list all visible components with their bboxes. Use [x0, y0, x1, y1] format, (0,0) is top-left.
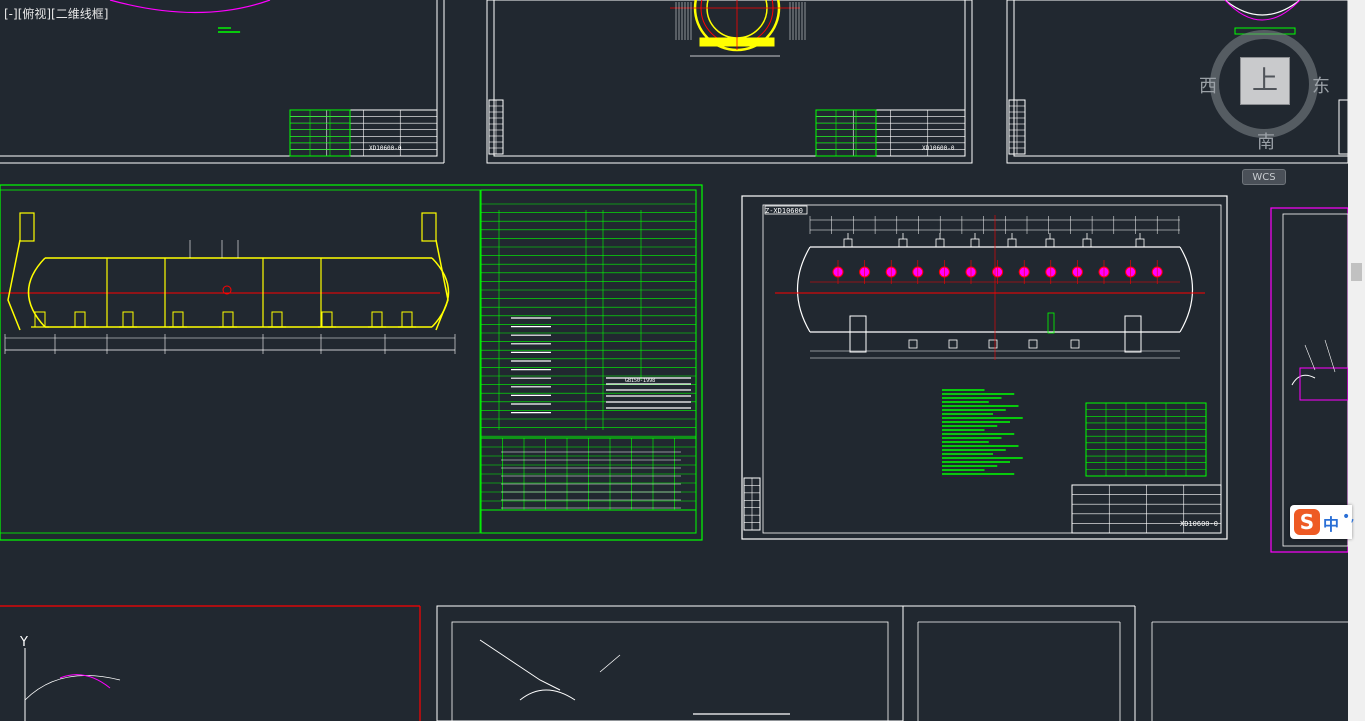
compass-west-label[interactable]: 西 — [1199, 72, 1217, 98]
scrollbar-thumb[interactable] — [1351, 263, 1362, 281]
drawing-number-sheet-2: XD10600-0 — [922, 145, 955, 152]
drawing-viewport[interactable]: XD10600-0 XD10600-0 XD10600-0 Z-XD10600 … — [0, 0, 1348, 721]
compass-east-label[interactable]: 东 — [1312, 72, 1330, 98]
sogou-ime-icon[interactable]: S 中 •, — [1290, 505, 1355, 539]
drawing-geometry — [0, 0, 1348, 721]
viewcube-top-face[interactable]: 上 — [1240, 57, 1290, 105]
vertical-scrollbar[interactable] — [1348, 0, 1365, 721]
compass-south-label[interactable]: 南 — [1257, 128, 1275, 154]
code-reference-label: GB150-1998 — [625, 378, 655, 384]
ucs-y-axis-icon: Y — [19, 635, 28, 650]
wcs-menu-button[interactable]: WCS — [1242, 169, 1286, 185]
section-mark-label: Z-XD10600 — [765, 207, 803, 215]
ime-punctuation-label: •, — [1342, 509, 1355, 525]
viewport-controls-label[interactable]: [-][俯视][二维线框] — [4, 5, 108, 22]
viewcube-icon[interactable]: 上 西 东 南 WCS — [1196, 22, 1336, 192]
ime-mode-label: 中 — [1323, 515, 1340, 534]
drawing-number-sheet-1: XD10600-0 — [369, 145, 402, 152]
drawing-number-sheet-4: XD10600-0 — [1180, 520, 1218, 528]
ime-logo: S — [1294, 509, 1320, 535]
cad-drawing-canvas[interactable]: XD10600-0 XD10600-0 XD10600-0 Z-XD10600 … — [0, 0, 1348, 721]
